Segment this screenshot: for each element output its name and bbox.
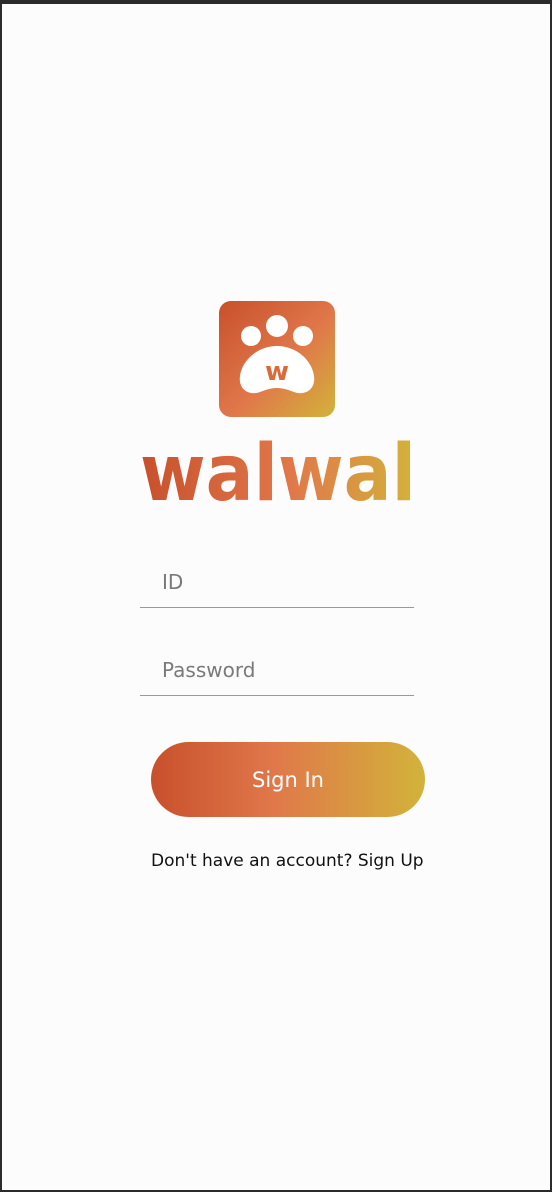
paw-w-icon: w xyxy=(219,301,335,417)
sign-up-link[interactable]: Sign Up xyxy=(358,851,424,871)
id-input[interactable] xyxy=(140,547,414,607)
svg-text:w: w xyxy=(265,357,289,387)
id-field xyxy=(140,547,414,608)
signup-prompt-text: Don't have an account? xyxy=(151,851,353,871)
signup-prompt-line: Don't have an account? Sign Up xyxy=(151,851,451,871)
walwal-wordmark: walwal xyxy=(140,429,416,512)
sign-in-button[interactable]: Sign In xyxy=(151,742,425,817)
login-screen: w walwal Sign In Don't have an account? … xyxy=(2,4,550,1190)
password-field xyxy=(140,635,414,696)
password-input[interactable] xyxy=(140,635,414,695)
wordmark-text: walwal xyxy=(140,429,416,512)
